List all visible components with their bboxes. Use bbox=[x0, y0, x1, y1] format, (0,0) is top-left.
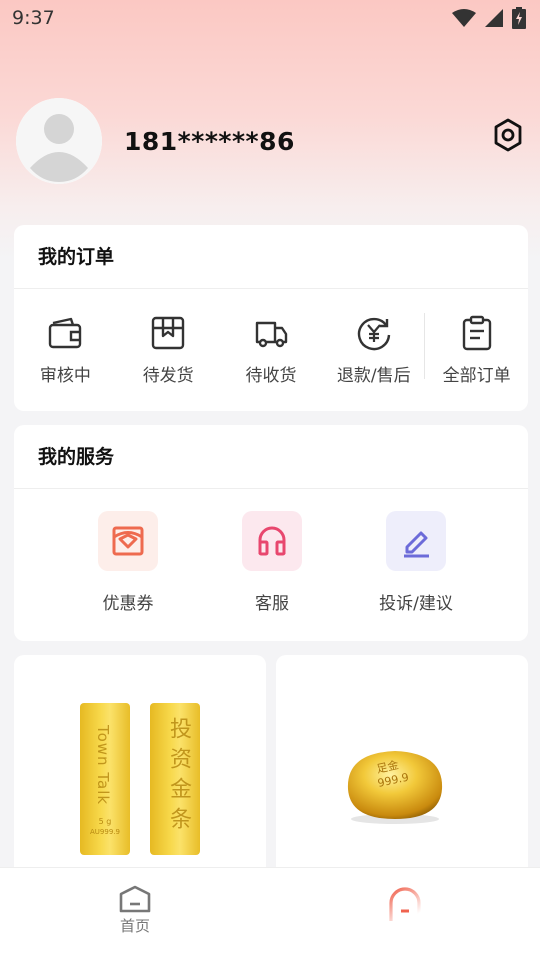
bar-weight-text: 5 g bbox=[98, 817, 112, 826]
user-avatar-icon bbox=[16, 98, 102, 184]
avatar[interactable] bbox=[16, 98, 102, 184]
headset-icon-bg bbox=[242, 511, 302, 571]
wifi-icon bbox=[452, 9, 476, 27]
coupon-icon bbox=[112, 526, 144, 556]
tab-profile[interactable] bbox=[270, 868, 540, 960]
tab-label: 首页 bbox=[119, 917, 150, 935]
coupon-icon-bg bbox=[98, 511, 158, 571]
refund-icon bbox=[357, 317, 390, 350]
nugget-marking: 足金 999.9 bbox=[375, 757, 410, 789]
order-label: 待收货 bbox=[245, 365, 297, 386]
order-label: 审核中 bbox=[39, 365, 91, 386]
service-label: 客服 bbox=[255, 594, 289, 614]
bottom-tab-bar: 首页 bbox=[0, 867, 540, 960]
order-label: 退款/售后 bbox=[336, 365, 411, 386]
clipboard-icon bbox=[462, 315, 491, 350]
bar-title-text: 投资金条 bbox=[166, 717, 191, 837]
order-to-ship[interactable]: 待发货 bbox=[117, 315, 220, 386]
package-icon bbox=[151, 316, 185, 349]
profile-icon bbox=[389, 887, 421, 921]
service-label: 优惠券 bbox=[102, 594, 154, 614]
status-icons bbox=[452, 7, 526, 29]
status-time: 9:37 bbox=[12, 7, 55, 29]
order-refund[interactable]: 退款/售后 bbox=[322, 315, 425, 386]
wallet-icon bbox=[49, 317, 82, 348]
my-services-card: 我的服务 优惠券 客服 投诉/建议 bbox=[14, 425, 528, 641]
profile-header: 181******86 bbox=[16, 98, 524, 184]
signal-icon bbox=[485, 9, 503, 27]
user-phone: 181******86 bbox=[124, 126, 295, 156]
headset-icon bbox=[258, 526, 286, 556]
tab-home[interactable]: 首页 bbox=[0, 868, 270, 960]
service-label: 投诉/建议 bbox=[379, 594, 453, 614]
orders-title: 我的订单 bbox=[14, 225, 528, 289]
bar-purity-text: AU999.9 bbox=[90, 828, 120, 836]
bar-brand-text: Town Talk bbox=[94, 725, 112, 806]
truck-icon bbox=[255, 321, 288, 347]
edit-icon-bg bbox=[386, 511, 446, 571]
my-orders-card: 我的订单 审核中 待发货 待收货 退款/售后 全部订单 bbox=[14, 225, 528, 411]
gear-icon[interactable] bbox=[492, 118, 524, 152]
service-feedback[interactable]: 投诉/建议 bbox=[344, 511, 488, 639]
order-label: 待发货 bbox=[142, 365, 194, 386]
status-bar: 9:37 bbox=[0, 0, 540, 36]
service-coupon[interactable]: 优惠券 bbox=[56, 511, 200, 639]
services-title: 我的服务 bbox=[14, 425, 528, 489]
orders-row: 审核中 待发货 待收货 退款/售后 全部订单 bbox=[14, 289, 528, 411]
services-row: 优惠券 客服 投诉/建议 bbox=[14, 489, 528, 639]
order-all[interactable]: 全部订单 bbox=[425, 315, 528, 386]
service-customer-support[interactable]: 客服 bbox=[200, 511, 344, 639]
home-icon bbox=[119, 885, 151, 913]
edit-icon bbox=[404, 531, 429, 558]
order-divider bbox=[424, 313, 425, 379]
order-label: 全部订单 bbox=[442, 365, 511, 386]
order-to-receive[interactable]: 待收货 bbox=[220, 315, 323, 386]
battery-icon bbox=[512, 7, 526, 29]
order-reviewing[interactable]: 审核中 bbox=[14, 315, 117, 386]
